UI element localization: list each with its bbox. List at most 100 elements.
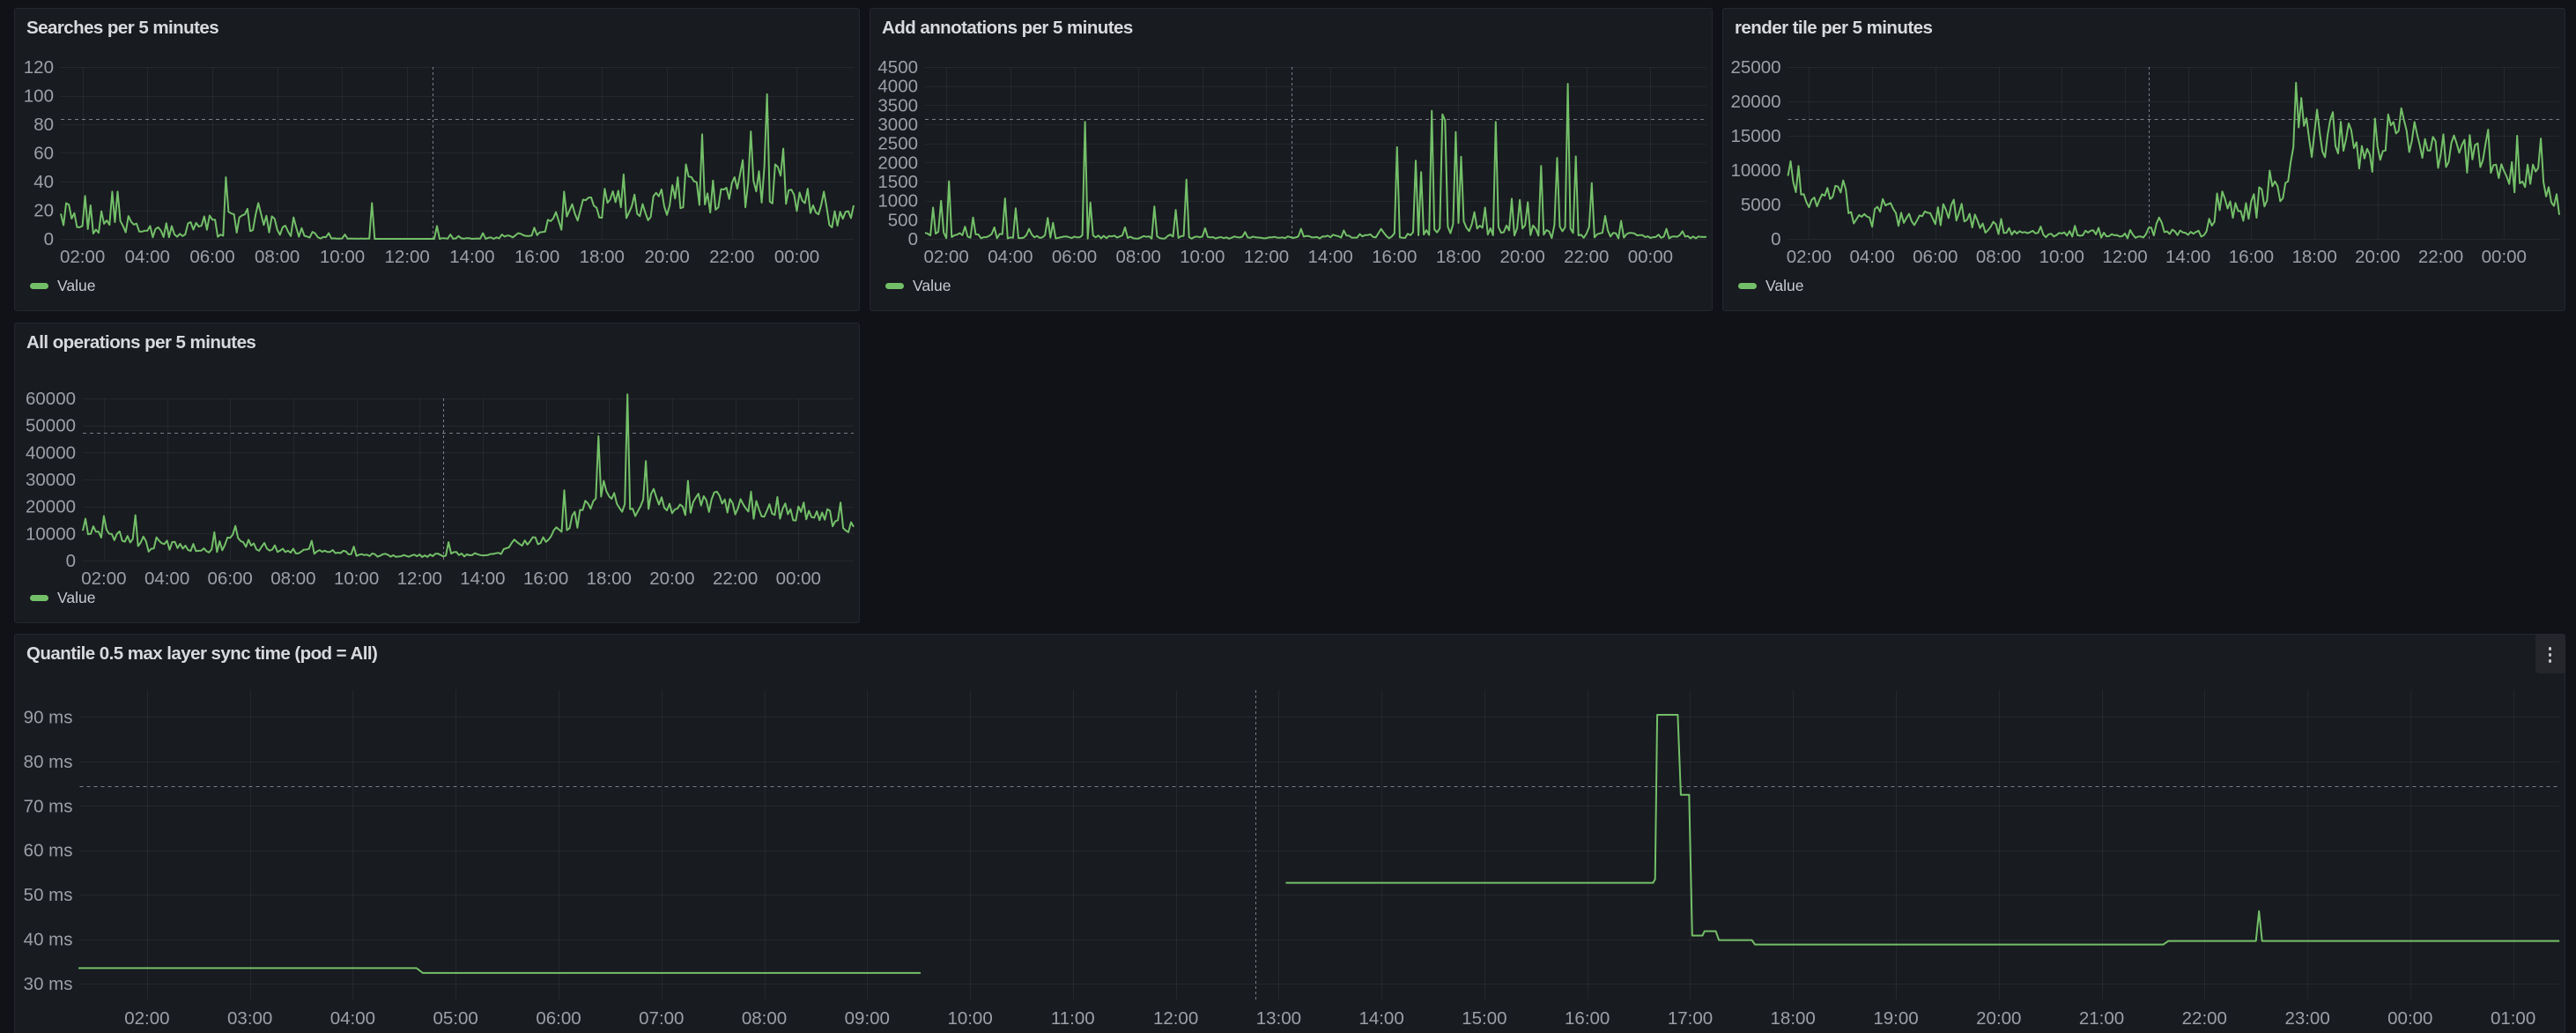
svg-text:10:00: 10:00 bbox=[2039, 247, 2084, 267]
svg-text:18:00: 18:00 bbox=[580, 247, 625, 267]
svg-text:10:00: 10:00 bbox=[334, 569, 379, 589]
svg-text:09:00: 09:00 bbox=[845, 1008, 890, 1029]
svg-text:16:00: 16:00 bbox=[2229, 247, 2274, 267]
svg-text:90 ms: 90 ms bbox=[24, 708, 73, 728]
svg-text:60000: 60000 bbox=[26, 389, 76, 409]
svg-text:08:00: 08:00 bbox=[1116, 247, 1161, 267]
svg-text:40000: 40000 bbox=[26, 442, 76, 463]
svg-text:80: 80 bbox=[33, 115, 54, 135]
svg-text:20:00: 20:00 bbox=[1499, 247, 1544, 267]
svg-text:23:00: 23:00 bbox=[2284, 1008, 2329, 1029]
svg-text:20:00: 20:00 bbox=[649, 569, 694, 589]
svg-text:12:00: 12:00 bbox=[2102, 247, 2147, 267]
svg-text:20:00: 20:00 bbox=[1976, 1008, 2021, 1029]
svg-text:10000: 10000 bbox=[1730, 160, 1780, 181]
svg-text:0: 0 bbox=[44, 229, 54, 249]
svg-text:06:00: 06:00 bbox=[1913, 247, 1958, 267]
svg-text:02:00: 02:00 bbox=[924, 247, 969, 267]
svg-text:02:00: 02:00 bbox=[1787, 247, 1832, 267]
svg-text:3500: 3500 bbox=[877, 95, 918, 115]
svg-text:00:00: 00:00 bbox=[2482, 247, 2527, 267]
svg-text:14:00: 14:00 bbox=[1358, 1008, 1403, 1029]
svg-text:13:00: 13:00 bbox=[1256, 1008, 1301, 1029]
svg-text:120: 120 bbox=[24, 57, 54, 78]
svg-text:00:00: 00:00 bbox=[776, 569, 821, 589]
svg-text:06:00: 06:00 bbox=[208, 569, 253, 589]
svg-text:20000: 20000 bbox=[26, 497, 76, 517]
svg-text:22:00: 22:00 bbox=[1564, 247, 1609, 267]
svg-text:60: 60 bbox=[33, 144, 54, 164]
svg-text:22:00: 22:00 bbox=[2182, 1008, 2227, 1029]
svg-text:100: 100 bbox=[24, 86, 54, 107]
svg-text:02:00: 02:00 bbox=[60, 247, 105, 267]
svg-text:2500: 2500 bbox=[877, 134, 918, 154]
svg-text:05:00: 05:00 bbox=[433, 1008, 478, 1029]
svg-text:04:00: 04:00 bbox=[144, 569, 189, 589]
svg-text:14:00: 14:00 bbox=[460, 569, 505, 589]
svg-text:4000: 4000 bbox=[877, 77, 918, 97]
svg-text:22:00: 22:00 bbox=[2418, 247, 2463, 267]
svg-text:08:00: 08:00 bbox=[255, 247, 300, 267]
svg-text:0: 0 bbox=[1771, 229, 1780, 249]
svg-text:22:00: 22:00 bbox=[709, 247, 754, 267]
svg-text:10000: 10000 bbox=[26, 524, 76, 544]
svg-text:11:00: 11:00 bbox=[1051, 1008, 1095, 1029]
svg-text:04:00: 04:00 bbox=[125, 247, 170, 267]
svg-text:17:00: 17:00 bbox=[1668, 1008, 1713, 1029]
svg-text:25000: 25000 bbox=[1730, 57, 1780, 78]
svg-text:15:00: 15:00 bbox=[1462, 1008, 1506, 1029]
svg-text:50 ms: 50 ms bbox=[24, 885, 73, 905]
svg-text:4500: 4500 bbox=[877, 57, 918, 78]
svg-text:18:00: 18:00 bbox=[587, 569, 632, 589]
svg-text:80 ms: 80 ms bbox=[24, 752, 73, 772]
svg-text:20: 20 bbox=[33, 201, 54, 221]
svg-text:20000: 20000 bbox=[1730, 92, 1780, 112]
svg-text:10:00: 10:00 bbox=[947, 1008, 992, 1029]
svg-text:07:00: 07:00 bbox=[639, 1008, 684, 1029]
svg-text:06:00: 06:00 bbox=[189, 247, 234, 267]
svg-text:30 ms: 30 ms bbox=[24, 974, 73, 994]
svg-text:14:00: 14:00 bbox=[2165, 247, 2210, 267]
svg-text:60 ms: 60 ms bbox=[24, 841, 73, 861]
svg-text:16:00: 16:00 bbox=[1565, 1008, 1610, 1029]
svg-text:0: 0 bbox=[66, 551, 76, 571]
svg-text:02:00: 02:00 bbox=[124, 1008, 169, 1029]
svg-text:40: 40 bbox=[33, 172, 54, 192]
svg-text:500: 500 bbox=[888, 210, 918, 230]
svg-text:20:00: 20:00 bbox=[2355, 247, 2400, 267]
svg-text:18:00: 18:00 bbox=[1771, 1008, 1816, 1029]
svg-text:14:00: 14:00 bbox=[1308, 247, 1353, 267]
svg-text:21:00: 21:00 bbox=[2079, 1008, 2124, 1029]
svg-text:16:00: 16:00 bbox=[523, 569, 568, 589]
svg-text:10:00: 10:00 bbox=[1180, 247, 1225, 267]
svg-text:40 ms: 40 ms bbox=[24, 930, 73, 950]
svg-text:1000: 1000 bbox=[877, 191, 918, 212]
svg-text:12:00: 12:00 bbox=[385, 247, 430, 267]
svg-text:06:00: 06:00 bbox=[1052, 247, 1097, 267]
svg-text:04:00: 04:00 bbox=[330, 1008, 375, 1029]
svg-text:12:00: 12:00 bbox=[1153, 1008, 1198, 1029]
svg-text:18:00: 18:00 bbox=[2291, 247, 2336, 267]
svg-text:70 ms: 70 ms bbox=[24, 796, 73, 816]
svg-text:03:00: 03:00 bbox=[227, 1008, 272, 1029]
svg-text:16:00: 16:00 bbox=[1372, 247, 1417, 267]
svg-text:22:00: 22:00 bbox=[713, 569, 758, 589]
svg-text:14:00: 14:00 bbox=[449, 247, 494, 267]
svg-text:00:00: 00:00 bbox=[2387, 1008, 2432, 1029]
svg-text:15000: 15000 bbox=[1730, 126, 1780, 146]
svg-text:5000: 5000 bbox=[1741, 195, 1781, 215]
svg-text:00:00: 00:00 bbox=[774, 247, 819, 267]
svg-text:02:00: 02:00 bbox=[81, 569, 126, 589]
svg-text:0: 0 bbox=[908, 229, 918, 249]
svg-text:04:00: 04:00 bbox=[988, 247, 1033, 267]
svg-text:3000: 3000 bbox=[877, 115, 918, 135]
svg-text:08:00: 08:00 bbox=[742, 1008, 787, 1029]
svg-text:30000: 30000 bbox=[26, 470, 76, 490]
svg-text:2000: 2000 bbox=[877, 152, 918, 173]
svg-text:18:00: 18:00 bbox=[1436, 247, 1481, 267]
svg-text:04:00: 04:00 bbox=[1849, 247, 1894, 267]
svg-text:10:00: 10:00 bbox=[320, 247, 365, 267]
svg-text:12:00: 12:00 bbox=[1244, 247, 1289, 267]
svg-text:50000: 50000 bbox=[26, 416, 76, 436]
svg-text:20:00: 20:00 bbox=[644, 247, 689, 267]
